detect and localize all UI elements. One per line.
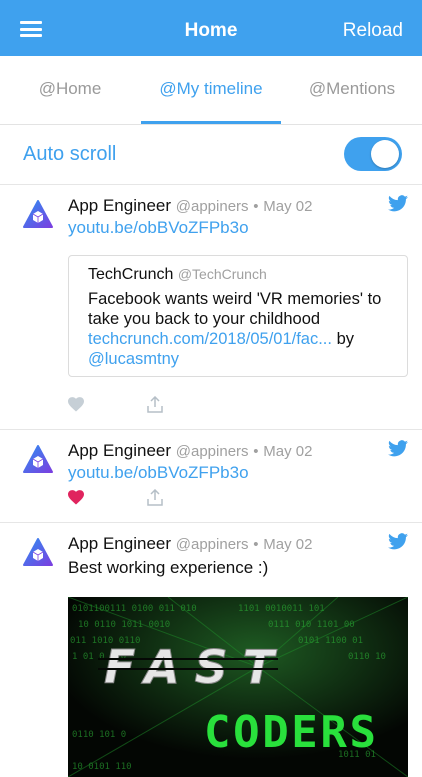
author-name[interactable]: App Engineer (68, 534, 171, 553)
svg-text:1101 0010011 101: 1101 0010011 101 (238, 604, 325, 614)
tab-home[interactable]: @Home (0, 56, 140, 124)
dot-separator: • (253, 536, 259, 553)
tweet-link[interactable]: youtu.be/obBVoZFPb3o (68, 463, 249, 483)
reload-button[interactable]: Reload (343, 20, 403, 42)
author-name[interactable]: App Engineer (68, 441, 171, 460)
quoted-author-handle: @TechCrunch (177, 266, 267, 282)
dot-separator: • (253, 443, 259, 460)
share-icon[interactable] (147, 396, 163, 413)
tweet-card[interactable]: App Engineer @appiners • May 02 youtu.be… (0, 430, 422, 523)
tweet-date: May 02 (263, 443, 313, 460)
author-handle: @appiners (175, 198, 249, 215)
timeline-tabs: @Home @My timeline @Mentions (0, 56, 422, 125)
quoted-text-block: Facebook wants weird 'VR memories' to ta… (88, 289, 403, 369)
tweet-media-image[interactable]: 0101100111 0100 011 010 1101 0010011 101… (68, 597, 408, 777)
twitter-bird-icon (388, 440, 408, 457)
author-name[interactable]: App Engineer (68, 196, 171, 215)
app-engineer-logo (23, 538, 53, 566)
app-engineer-logo (23, 445, 53, 473)
auto-scroll-row: Auto scroll (0, 124, 422, 185)
dot-separator: • (253, 198, 259, 215)
quoted-header: TechCrunch @TechCrunch (88, 266, 267, 284)
tweet-header: App Engineer @appiners • May 02 (68, 441, 312, 461)
twitter-bird-icon (388, 195, 408, 212)
svg-text:0101 1100 01: 0101 1100 01 (298, 636, 363, 646)
auto-scroll-label: Auto scroll (23, 143, 117, 165)
svg-text:10 0101 110: 10 0101 110 (72, 762, 132, 772)
quoted-text: Facebook wants weird 'VR memories' to ta… (88, 290, 382, 328)
heart-icon[interactable] (68, 397, 84, 412)
twitter-bird-icon (388, 533, 408, 550)
quoted-author-name: TechCrunch (88, 266, 174, 283)
share-icon[interactable] (147, 489, 163, 506)
tweet-card[interactable]: App Engineer @appiners • May 02 youtu.be… (0, 185, 422, 430)
svg-text:0111 010 1101 00: 0111 010 1101 00 (268, 620, 355, 630)
tweet-link[interactable]: youtu.be/obBVoZFPb3o (68, 218, 249, 238)
tab-my-timeline[interactable]: @My timeline (141, 56, 281, 124)
tweet-header: App Engineer @appiners • May 02 (68, 196, 312, 216)
tweet-date: May 02 (263, 536, 313, 553)
app-engineer-logo (23, 200, 53, 228)
quoted-mention[interactable]: @lucasmtny (88, 350, 179, 368)
nav-bar: Home Reload (0, 0, 422, 56)
svg-text:0110 10: 0110 10 (348, 652, 386, 662)
toggle-knob (371, 140, 399, 168)
tweet-date: May 02 (263, 198, 313, 215)
svg-text:10 0110 1011 0010: 10 0110 1011 0010 (78, 620, 170, 630)
tweet-header: App Engineer @appiners • May 02 (68, 534, 312, 554)
author-handle: @appiners (175, 443, 249, 460)
author-handle: @appiners (175, 536, 249, 553)
tweet-card[interactable]: App Engineer @appiners • May 02 Best wor… (0, 523, 422, 777)
tab-mentions[interactable]: @Mentions (282, 56, 422, 124)
auto-scroll-toggle[interactable] (344, 137, 402, 171)
quoted-by: by (336, 330, 355, 348)
fast-coders-image: 0101100111 0100 011 010 1101 0010011 101… (68, 597, 408, 777)
tweet-text: Best working experience :) (68, 558, 269, 577)
heart-icon-liked[interactable] (68, 490, 84, 505)
quoted-tweet[interactable]: TechCrunch @TechCrunch Facebook wants we… (68, 255, 408, 377)
quoted-link[interactable]: techcrunch.com/2018/05/01/fac... (88, 330, 332, 348)
svg-text:0110 101 0: 0110 101 0 (72, 730, 126, 740)
